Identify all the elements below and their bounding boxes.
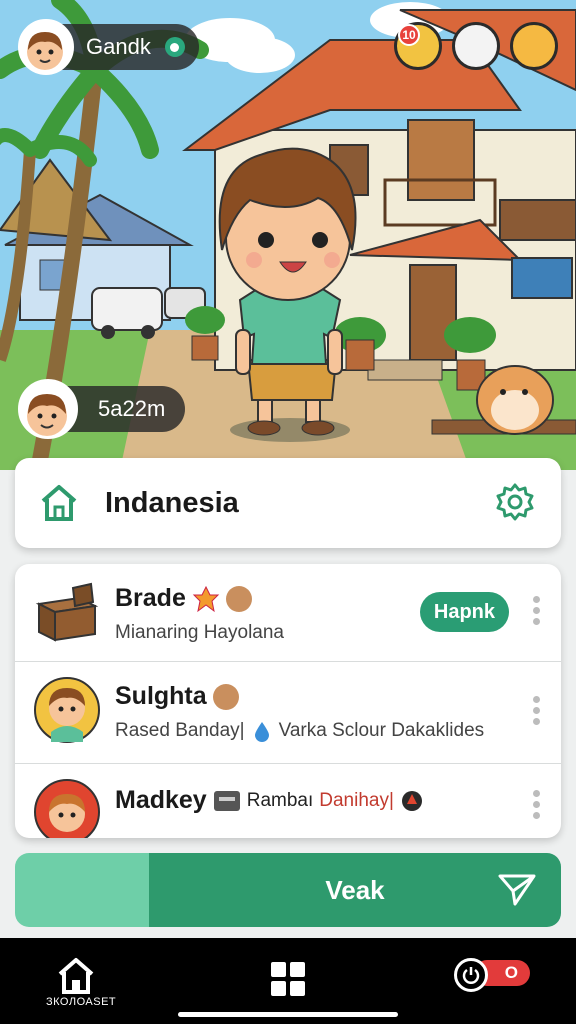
score-pill[interactable]: 5a22m	[18, 379, 186, 439]
list-item[interactable]: Sulghta Rased Banday| Varka Sclour Dakak…	[15, 662, 561, 764]
avatar-friend-3[interactable]	[510, 22, 558, 70]
gear-icon[interactable]	[493, 481, 537, 525]
location-card[interactable]: Indanesia	[15, 458, 561, 548]
location-title: Indanesia	[105, 486, 239, 519]
more-options-icon[interactable]	[533, 696, 541, 725]
veak-button[interactable]: Veak	[149, 853, 561, 927]
list-item-title: Brade	[115, 584, 252, 613]
crate-icon	[35, 582, 99, 642]
avatar	[34, 677, 100, 743]
face-icon	[225, 585, 252, 612]
item-list: Brade Mianaring Hayolana Hapnk Sulghta R…	[15, 564, 561, 838]
score-value: 5a22m	[98, 396, 166, 421]
water-drop-icon	[254, 722, 269, 742]
grid-icon[interactable]	[271, 962, 305, 996]
user-avatar	[18, 19, 74, 75]
list-item-title: Madkey Rambaı Danihay|	[115, 786, 424, 815]
home-icon[interactable]	[37, 481, 81, 525]
nav-home-icon[interactable]	[56, 956, 96, 996]
nav-home-label: ЗКОЛОАSET	[46, 996, 117, 1008]
user-profile-pill[interactable]: Gandk	[18, 19, 199, 75]
ball-icon	[401, 790, 422, 811]
home-indicator	[178, 1012, 398, 1017]
avatar	[34, 779, 100, 838]
send-icon[interactable]	[497, 873, 537, 907]
gem-icon	[164, 37, 185, 57]
avatar-friend-2[interactable]	[452, 22, 500, 70]
village-scene: 10 Gandk 5a22m	[0, 0, 576, 470]
chest-icon	[213, 790, 240, 811]
face-icon	[212, 683, 239, 710]
notification-badge: 10	[398, 24, 420, 46]
veak-label: Veak	[325, 874, 385, 905]
player-avatar	[18, 379, 78, 439]
leaf-icon	[192, 585, 220, 612]
more-options-icon[interactable]	[533, 596, 541, 625]
list-item[interactable]: Madkey Rambaı Danihay|	[15, 764, 561, 838]
bottom-nav: ЗКОЛОАSET O	[0, 938, 576, 1024]
list-item[interactable]: Brade Mianaring Hayolana Hapnk	[15, 564, 561, 662]
list-item-title: Sulghta	[115, 682, 239, 711]
more-options-icon[interactable]	[533, 790, 541, 819]
hapnk-button[interactable]: Hapnk	[419, 592, 509, 632]
list-item-subtitle: Mianaring Hayolana	[115, 622, 284, 643]
user-name: Gandk	[86, 34, 151, 59]
list-item-subtitle: Rased Banday| Varka Sclour Dakaklides	[115, 720, 485, 742]
action-progress	[15, 853, 149, 927]
action-bar: Veak	[15, 853, 561, 927]
app-screen: 10 Gandk 5a22m Indanesia Brade Mianaring…	[0, 0, 576, 1024]
power-icon[interactable]	[454, 958, 488, 992]
